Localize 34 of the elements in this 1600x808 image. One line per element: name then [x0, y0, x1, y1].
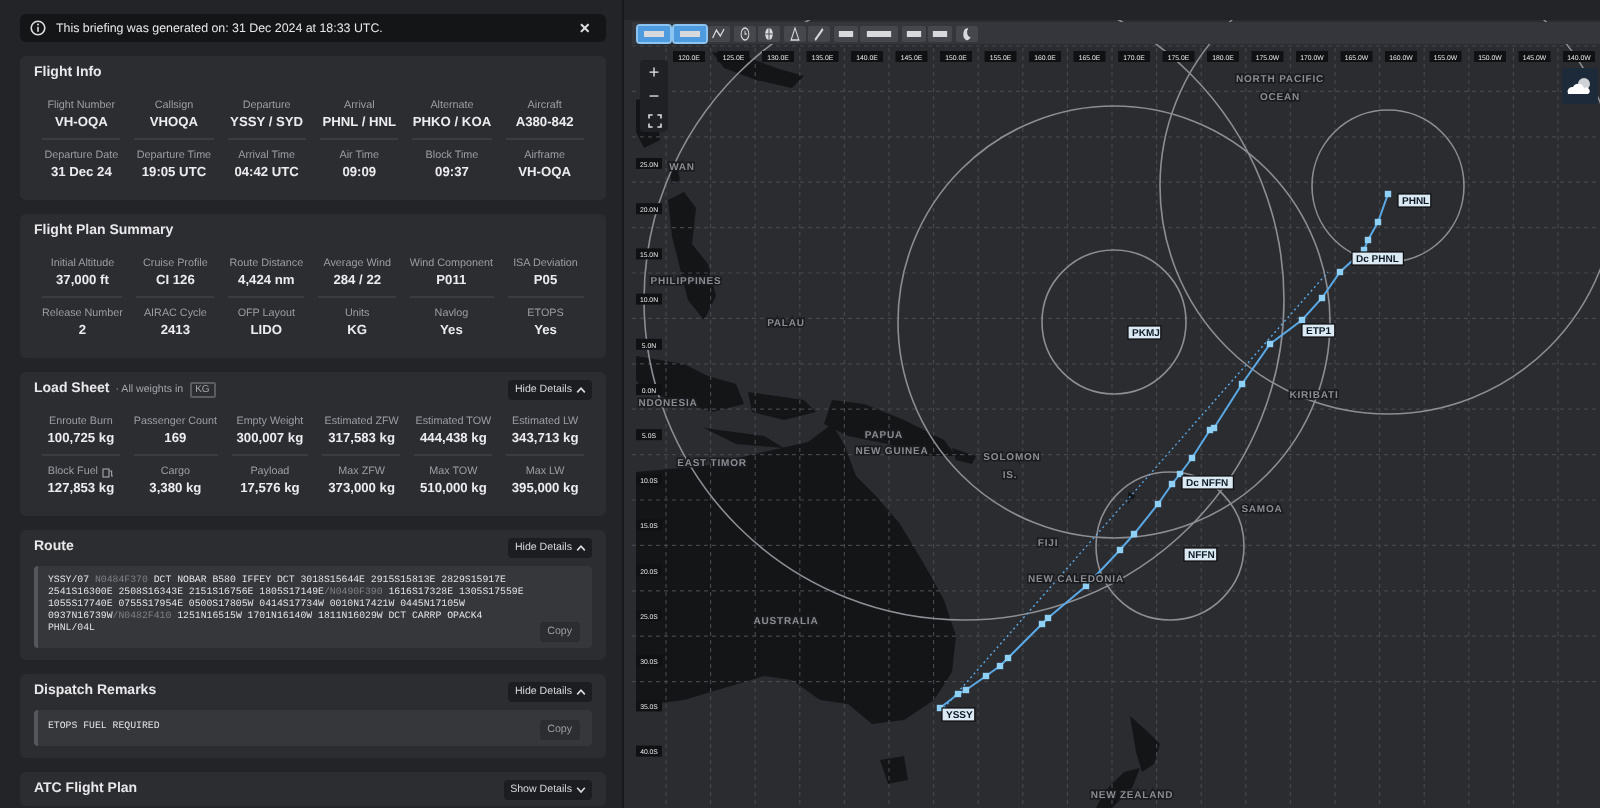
moon-icon	[957, 25, 975, 41]
route-button[interactable]	[708, 25, 730, 41]
weather-button[interactable]	[1562, 68, 1598, 104]
route-icon	[710, 25, 728, 41]
close-button[interactable]: ×	[579, 19, 590, 37]
label-icon	[675, 25, 703, 41]
pen-icon	[810, 25, 828, 41]
layer-button[interactable]	[860, 25, 898, 41]
globe-button[interactable]	[758, 25, 780, 41]
label-icon	[862, 25, 896, 41]
cloud-sun-icon	[1566, 76, 1594, 96]
caret-icon	[576, 687, 586, 695]
night-mode-button[interactable]	[955, 25, 977, 41]
landmass	[880, 756, 908, 784]
layer-button[interactable]	[833, 25, 857, 41]
pen-button[interactable]	[808, 25, 830, 41]
info-icon	[30, 20, 46, 36]
clock-button[interactable]	[733, 25, 755, 41]
landmass	[748, 392, 816, 420]
triangle-button[interactable]	[783, 25, 805, 41]
landmass	[1128, 492, 1136, 504]
landmass	[636, 356, 744, 412]
label-icon	[640, 25, 668, 41]
clock-icon	[735, 25, 753, 41]
layer-button[interactable]	[901, 25, 925, 41]
triangle-icon	[785, 25, 803, 41]
fullscreen-icon	[647, 113, 661, 127]
layer-button[interactable]	[928, 25, 952, 41]
label-icon	[835, 25, 855, 41]
zoom-in-button[interactable]: +	[640, 60, 668, 84]
zoom-out-button[interactable]: −	[640, 84, 668, 108]
caret-icon	[576, 543, 586, 551]
caret-icon	[576, 785, 586, 793]
caret-icon	[576, 385, 586, 393]
